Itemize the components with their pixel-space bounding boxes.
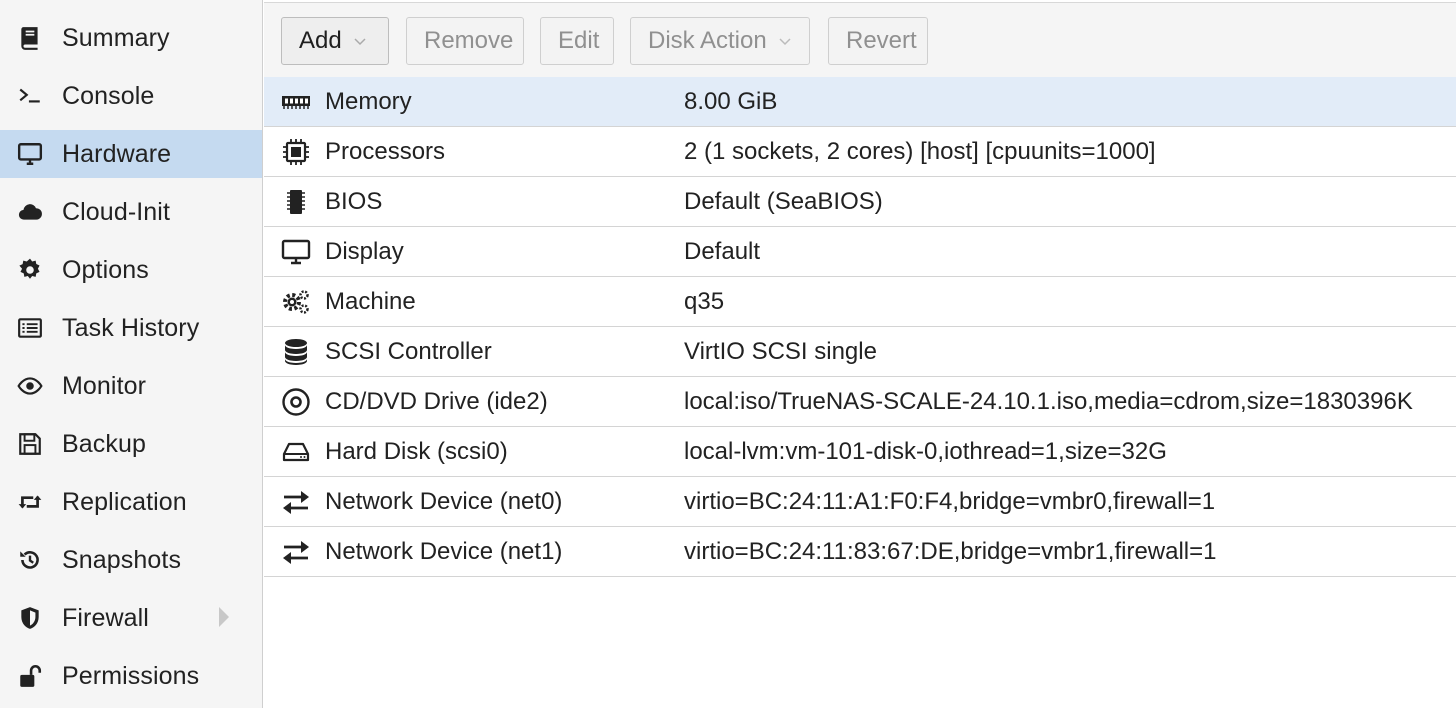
cpu-icon — [264, 128, 324, 176]
terminal-icon — [0, 72, 62, 120]
unlock-icon — [0, 652, 62, 700]
sidebar-item-label: Hardware — [62, 139, 172, 168]
row-name: Memory — [325, 87, 412, 115]
sidebar-item-label: Console — [62, 81, 155, 110]
revert-button[interactable]: Revert — [828, 17, 928, 65]
row-value: local:iso/TrueNAS-SCALE-24.10.1.iso,medi… — [684, 387, 1413, 415]
list-icon — [0, 304, 62, 352]
chip-icon — [264, 178, 324, 226]
sidebar-item-label: Permissions — [62, 661, 200, 690]
table-row[interactable]: Hard Disk (scsi0) local-lvm:vm-101-disk-… — [264, 427, 1456, 477]
sidebar-item-label: Firewall — [62, 603, 149, 632]
row-value: local-lvm:vm-101-disk-0,iothread=1,size=… — [684, 437, 1167, 465]
sidebar-item-label: Summary — [62, 23, 170, 52]
hardware-panel: Add Remove Edit Disk Action Revert Memor… — [264, 0, 1456, 708]
row-value: 2 (1 sockets, 2 cores) [host] [cpuunits=… — [684, 137, 1156, 165]
row-name: Network Device (net0) — [325, 487, 563, 515]
gear-icon — [0, 246, 62, 294]
book-icon — [0, 14, 62, 62]
sidebar-item-summary[interactable]: Summary — [0, 14, 262, 62]
add-button-label: Add — [299, 27, 342, 54]
cloud-icon — [0, 188, 62, 236]
row-value: Default — [684, 237, 761, 265]
sidebar-item-label: Backup — [62, 429, 146, 458]
row-name: Machine — [325, 287, 416, 315]
row-value: q35 — [684, 287, 725, 315]
table-row[interactable]: Network Device (net0) virtio=BC:24:11:A1… — [264, 477, 1456, 527]
history-icon — [0, 536, 62, 584]
table-row[interactable]: Memory 8.00 GiB — [264, 77, 1456, 127]
table-row[interactable]: CD/DVD Drive (ide2) local:iso/TrueNAS-SC… — [264, 377, 1456, 427]
add-button[interactable]: Add — [281, 17, 389, 65]
table-row[interactable]: SCSI Controller VirtIO SCSI single — [264, 327, 1456, 377]
database-icon — [264, 328, 324, 376]
exchange-icon — [264, 528, 324, 576]
sidebar-item-cloud-init[interactable]: Cloud-Init — [0, 188, 262, 236]
row-name: Display — [325, 237, 404, 265]
sidebar-item-snapshots[interactable]: Snapshots — [0, 536, 262, 584]
sidebar-item-task-history[interactable]: Task History — [0, 304, 262, 352]
sidebar-item-permissions[interactable]: Permissions — [0, 652, 262, 700]
shield-icon — [0, 594, 62, 642]
row-value: Default (SeaBIOS) — [684, 187, 883, 215]
revert-button-label: Revert — [846, 27, 917, 54]
row-value: VirtIO SCSI single — [684, 337, 877, 365]
sidebar-item-label: Cloud-Init — [62, 197, 170, 226]
table-row[interactable]: Network Device (net1) virtio=BC:24:11:83… — [264, 527, 1456, 577]
sidebar-item-label: Options — [62, 255, 149, 284]
retweet-icon — [0, 478, 62, 526]
sidebar: Summary Console Hardware Cloud-Init Opti… — [0, 0, 263, 708]
row-name: Hard Disk (scsi0) — [325, 437, 508, 465]
sidebar-item-hardware[interactable]: Hardware — [0, 130, 262, 178]
row-value: 8.00 GiB — [684, 87, 778, 115]
row-name: Network Device (net1) — [325, 537, 563, 565]
sidebar-item-backup[interactable]: Backup — [0, 420, 262, 468]
edit-button-label: Edit — [558, 27, 600, 54]
exchange-icon — [264, 478, 324, 526]
chevron-down-icon — [779, 38, 791, 46]
hdd-icon — [264, 428, 324, 476]
row-name: CD/DVD Drive (ide2) — [325, 387, 548, 415]
floppy-icon — [0, 420, 62, 468]
desktop-icon — [0, 130, 62, 178]
table-row[interactable]: Machine q35 — [264, 277, 1456, 327]
row-name: Processors — [325, 137, 446, 165]
sidebar-item-label: Snapshots — [62, 545, 182, 574]
row-name: SCSI Controller — [325, 337, 492, 365]
disk-action-button[interactable]: Disk Action — [630, 17, 810, 65]
gears-icon — [264, 278, 324, 326]
sidebar-item-firewall[interactable]: Firewall — [0, 594, 262, 642]
sidebar-item-console[interactable]: Console — [0, 72, 262, 120]
desktop-icon — [264, 228, 324, 276]
table-row[interactable]: Processors 2 (1 sockets, 2 cores) [host]… — [264, 127, 1456, 177]
sidebar-item-monitor[interactable]: Monitor — [0, 362, 262, 410]
table-row[interactable]: BIOS Default (SeaBIOS) — [264, 177, 1456, 227]
hardware-grid: Memory 8.00 GiB Processors 2 (1 sockets,… — [264, 77, 1456, 577]
sidebar-item-options[interactable]: Options — [0, 246, 262, 294]
table-row[interactable]: Display Default — [264, 227, 1456, 277]
edit-button[interactable]: Edit — [540, 17, 614, 65]
sidebar-item-label: Replication — [62, 487, 187, 516]
memory-icon — [264, 78, 324, 126]
remove-button[interactable]: Remove — [406, 17, 524, 65]
row-value: virtio=BC:24:11:A1:F0:F4,bridge=vmbr0,fi… — [684, 487, 1216, 515]
sidebar-item-label: Task History — [62, 313, 200, 342]
disk-action-button-label: Disk Action — [648, 27, 767, 54]
expand-arrow-icon[interactable] — [219, 607, 229, 627]
remove-button-label: Remove — [424, 27, 514, 54]
sidebar-item-label: Monitor — [62, 371, 147, 400]
sidebar-item-replication[interactable]: Replication — [0, 478, 262, 526]
row-value: virtio=BC:24:11:83:67:DE,bridge=vmbr1,fi… — [684, 537, 1217, 565]
toolbar: Add Remove Edit Disk Action Revert — [264, 2, 1456, 77]
row-name: BIOS — [325, 187, 383, 215]
chevron-down-icon — [354, 38, 366, 46]
cdrom-icon — [264, 378, 324, 426]
eye-icon — [0, 362, 62, 410]
